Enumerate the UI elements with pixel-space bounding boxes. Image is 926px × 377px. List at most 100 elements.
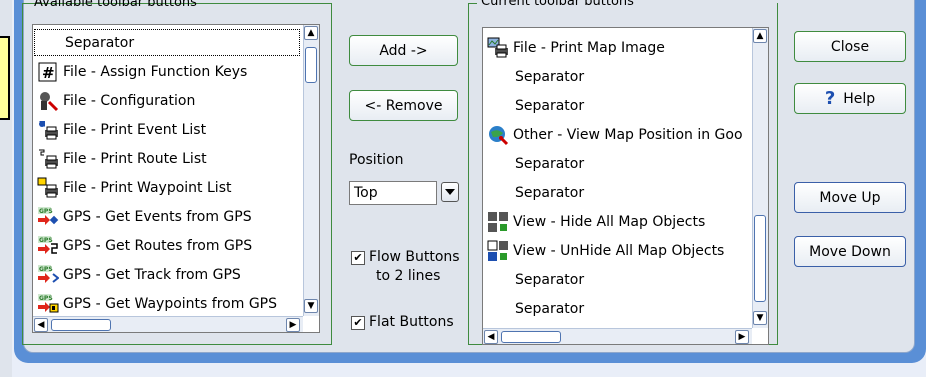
- hash-key-icon: #: [37, 61, 59, 83]
- available-list-item[interactable]: # File - Assign Function Keys: [33, 57, 301, 86]
- checkmark-icon: ✔: [353, 316, 363, 329]
- current-list-item[interactable]: File - Print Map Image: [483, 33, 751, 62]
- current-list-item-label: Separator: [515, 97, 585, 114]
- scroll-right-icon[interactable]: ▶: [735, 330, 749, 344]
- available-list-item[interactable]: GPS GPS - Get Routes from GPS: [33, 231, 301, 260]
- available-list-item-label: File - Print Event List: [63, 121, 207, 138]
- gps-routes-icon: GPS: [37, 235, 59, 257]
- flow-buttons-checkbox[interactable]: ✔: [351, 251, 365, 265]
- help-icon: ?: [824, 88, 836, 109]
- available-list-item[interactable]: File - Print Route List: [33, 144, 301, 173]
- current-list-item-label: Separator: [515, 271, 585, 288]
- current-list-item-label: View - Hide All Map Objects: [513, 213, 706, 230]
- flow-buttons-label-line1: Flow Buttons: [369, 249, 460, 265]
- scroll-up-icon[interactable]: ▲: [753, 29, 767, 43]
- scroll-thumb[interactable]: [305, 47, 317, 83]
- available-list[interactable]: Separator # File - Assign Function Keys Fil…: [32, 24, 320, 333]
- current-list-item-label: Separator: [515, 300, 585, 317]
- toolbar-config-dialog: Available toolbar buttons Separator # File…: [22, 0, 915, 353]
- current-list-item[interactable]: Separator: [483, 294, 751, 323]
- scroll-up-icon[interactable]: ▲: [304, 26, 318, 40]
- available-list-item-label: GPS - Get Waypoints from GPS: [63, 295, 277, 312]
- available-group-title: Available toolbar buttons: [34, 0, 197, 10]
- configuration-icon: [37, 90, 59, 112]
- close-button[interactable]: Close: [794, 31, 906, 62]
- available-list-item-label: File - Print Waypoint List: [63, 179, 232, 196]
- available-list-item[interactable]: GPS GPS - Get Events from GPS: [33, 202, 301, 231]
- current-group-title: Current toolbar buttons: [481, 0, 634, 9]
- available-list-item-label: File - Configuration: [63, 92, 196, 109]
- flow-buttons-label-line2: to 2 lines: [376, 268, 441, 284]
- scroll-thumb[interactable]: [501, 331, 561, 343]
- current-list-item[interactable]: Separator: [483, 178, 751, 207]
- current-list-item-label: Separator: [515, 184, 585, 201]
- available-list-item-label: GPS - Get Events from GPS: [63, 208, 252, 225]
- current-list-item[interactable]: Separator: [483, 91, 751, 120]
- add-button[interactable]: Add ->: [349, 35, 458, 66]
- position-label: Position: [349, 152, 404, 168]
- print-waypoint-icon: [37, 177, 59, 199]
- help-label: Help: [843, 90, 876, 107]
- position-select[interactable]: Top: [349, 181, 437, 205]
- hide-objects-icon: [487, 211, 509, 233]
- available-list-item[interactable]: File - Print Waypoint List: [33, 173, 301, 202]
- available-list-item[interactable]: Separator: [33, 28, 301, 57]
- available-list-item[interactable]: File - Configuration: [33, 86, 301, 115]
- current-list-item[interactable]: View - Hide All Map Objects: [483, 207, 751, 236]
- available-list-item[interactable]: GPS GPS - Get Track from GPS: [33, 260, 301, 289]
- flat-buttons-label: Flat Buttons: [369, 314, 454, 330]
- current-list-item[interactable]: Other - View Map Position in Goo: [483, 120, 751, 149]
- available-list-item-label: GPS - Get Routes from GPS: [63, 237, 253, 254]
- available-list-item-label: File - Print Route List: [63, 150, 207, 167]
- available-list-item-label: Separator: [65, 34, 135, 51]
- scroll-right-icon[interactable]: ▶: [286, 318, 300, 332]
- tooltip-fragment: [0, 36, 10, 120]
- help-button[interactable]: ? Help: [794, 83, 906, 114]
- scroll-down-icon[interactable]: ▼: [304, 299, 318, 313]
- print-route-icon: [37, 148, 59, 170]
- current-horizontal-scrollbar[interactable]: ◀ ▶: [483, 328, 752, 344]
- current-list-item-label: Separator: [515, 68, 585, 85]
- current-list-item[interactable]: Separator: [483, 265, 751, 294]
- current-list-item-label: File - Print Map Image: [513, 39, 665, 56]
- available-list-item[interactable]: File - Print Event List: [33, 115, 301, 144]
- group-border-segment: [469, 3, 477, 4]
- current-vertical-scrollbar[interactable]: ▲ ▼: [752, 28, 768, 328]
- gps-events-icon: GPS: [37, 206, 59, 228]
- print-event-icon: [37, 119, 59, 141]
- svg-text:GPS: GPS: [39, 208, 53, 215]
- current-list-item[interactable]: View - UnHide All Map Objects: [483, 236, 751, 265]
- scroll-thumb[interactable]: [754, 215, 766, 302]
- current-list-item-label: Separator: [515, 155, 585, 172]
- current-group: Current toolbar buttons File - Print Map…: [468, 0, 778, 345]
- print-map-icon: [487, 37, 509, 59]
- scroll-down-icon[interactable]: ▼: [753, 311, 767, 325]
- current-list-item[interactable]: Separator: [483, 149, 751, 178]
- chevron-down-icon: [445, 189, 455, 195]
- current-list-item-label: Other - View Map Position in Goo: [513, 126, 743, 143]
- svg-text:GPS: GPS: [39, 266, 53, 273]
- available-vertical-scrollbar[interactable]: ▲ ▼: [303, 25, 319, 316]
- svg-text:GPS: GPS: [39, 295, 53, 302]
- svg-text:GPS: GPS: [39, 237, 53, 244]
- available-list-item[interactable]: GPS GPS - Get Waypoints from GPS: [33, 289, 301, 318]
- current-list[interactable]: File - Print Map Image Separator Separator…: [482, 27, 769, 345]
- move-up-button[interactable]: Move Up: [794, 182, 906, 213]
- flat-buttons-checkbox[interactable]: ✔: [351, 316, 365, 330]
- scroll-left-icon[interactable]: ◀: [34, 318, 48, 332]
- globe-icon: [487, 124, 509, 146]
- remove-button[interactable]: <- Remove: [349, 90, 458, 121]
- gps-waypoints-icon: GPS: [37, 293, 59, 315]
- current-list-item[interactable]: Separator: [483, 62, 751, 91]
- scroll-left-icon[interactable]: ◀: [484, 330, 498, 344]
- available-horizontal-scrollbar[interactable]: ◀ ▶: [33, 316, 303, 332]
- checkmark-icon: ✔: [353, 251, 363, 264]
- available-group: Available toolbar buttons Separator # File…: [22, 0, 332, 345]
- move-down-button[interactable]: Move Down: [794, 236, 906, 267]
- position-dropdown-button[interactable]: [441, 182, 459, 202]
- scroll-thumb[interactable]: [51, 319, 111, 331]
- available-list-item-label: File - Assign Function Keys: [63, 63, 248, 80]
- unhide-objects-icon: [487, 240, 509, 262]
- svg-text:#: #: [42, 64, 55, 82]
- available-list-item-label: GPS - Get Track from GPS: [63, 266, 241, 283]
